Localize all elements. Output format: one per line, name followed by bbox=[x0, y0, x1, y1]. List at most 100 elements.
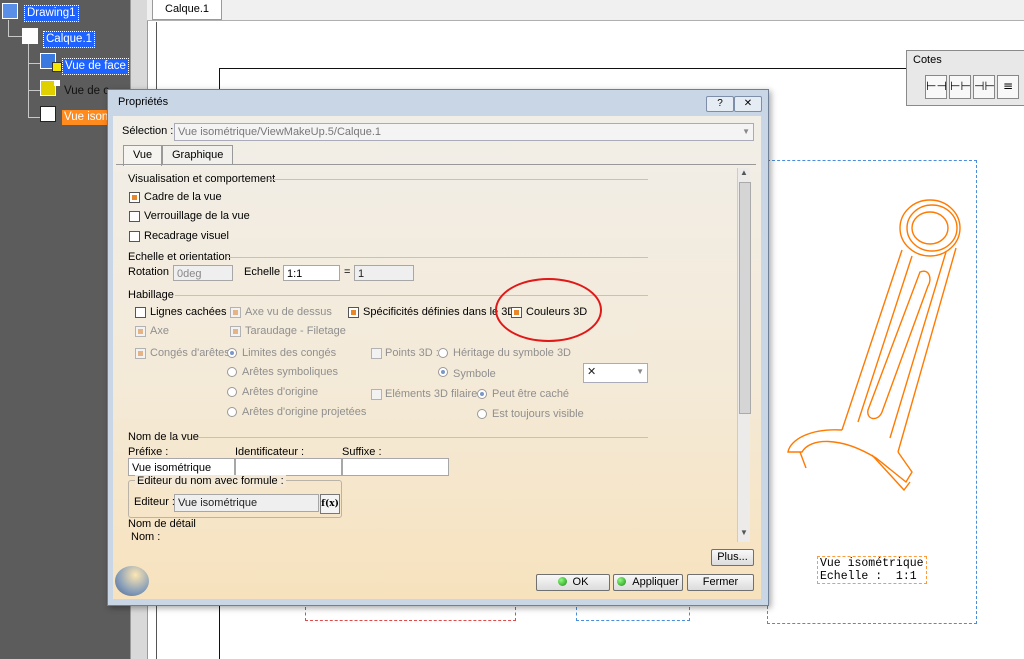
aretes-symboliques-label: Arêtes symboliques bbox=[242, 366, 338, 378]
isometric-view-icon[interactable] bbox=[40, 106, 56, 122]
sheet-frame-top bbox=[219, 68, 1024, 69]
panel-scrollbar[interactable]: ▲ ▼ bbox=[737, 168, 751, 542]
formula-icon[interactable]: f(x) bbox=[320, 494, 340, 514]
editeur-field[interactable]: Vue isométrique bbox=[174, 494, 319, 512]
group-divider bbox=[198, 437, 648, 438]
help-button[interactable]: ? bbox=[706, 96, 734, 112]
document-tab-strip bbox=[147, 0, 1024, 21]
verrouillage-checkbox[interactable] bbox=[129, 211, 140, 222]
close-button[interactable]: ✕ bbox=[734, 96, 762, 112]
tree-node-front-view[interactable]: Vue de face bbox=[62, 58, 129, 75]
symbole-radio[interactable] bbox=[438, 367, 448, 377]
suffixe-field[interactable] bbox=[342, 458, 449, 476]
globe-logo-icon bbox=[115, 566, 149, 596]
group-divider bbox=[228, 257, 648, 258]
scale-result-field: 1 bbox=[354, 265, 414, 281]
editeur-label: Editeur : bbox=[134, 496, 175, 508]
aretes-origine-label: Arêtes d'origine bbox=[242, 386, 319, 398]
tab-panel-border bbox=[116, 164, 756, 166]
scroll-down-icon[interactable]: ▼ bbox=[738, 528, 750, 540]
prefixe-label: Préfixe : bbox=[128, 446, 169, 458]
dimension-icon[interactable]: ⊢⊣ bbox=[925, 75, 947, 99]
caption-line-1: Vue isométrique bbox=[820, 557, 924, 570]
elements-filaires-checkbox[interactable] bbox=[371, 389, 382, 400]
echelle-label: Echelle : bbox=[244, 266, 287, 278]
dialog-body: Sélection : Vue isométrique/ViewMakeUp.5… bbox=[113, 116, 761, 599]
dialog-title: Propriétés bbox=[118, 96, 169, 108]
sheet-icon[interactable] bbox=[22, 28, 38, 44]
axe-label: Axe bbox=[150, 325, 169, 337]
tree-line bbox=[8, 20, 9, 36]
tree-line bbox=[28, 44, 29, 118]
tree-node-isometric-view[interactable]: Vue ison bbox=[62, 110, 111, 125]
axe-vu-dessus-checkbox[interactable] bbox=[230, 307, 241, 318]
points-3d-checkbox[interactable] bbox=[371, 348, 382, 359]
aretes-symboliques-radio[interactable] bbox=[227, 367, 237, 377]
lignes-cachees-checkbox[interactable] bbox=[135, 307, 146, 318]
identificateur-label: Identificateur : bbox=[235, 446, 305, 458]
nom-label: Nom : bbox=[131, 531, 161, 540]
selection-label: Sélection : bbox=[122, 125, 174, 137]
suffixe-label: Suffixe : bbox=[342, 446, 382, 458]
aretes-projetees-label: Arêtes d'origine projetées bbox=[242, 406, 367, 418]
tree-node-sheet[interactable]: Calque.1 bbox=[43, 31, 96, 48]
elements-filaires-label: Eléments 3D filaires bbox=[385, 388, 483, 400]
selection-combo[interactable]: Vue isométrique/ViewMakeUp.5/Calque.1 ▼ bbox=[174, 123, 754, 141]
scroll-thumb[interactable] bbox=[739, 182, 751, 414]
cumulated-dimension-icon[interactable]: ⊣⊢ bbox=[973, 75, 995, 99]
tab-graphique[interactable]: Graphique bbox=[162, 145, 234, 165]
identificateur-field[interactable] bbox=[235, 458, 342, 476]
rotation-field[interactable]: 0deg bbox=[173, 265, 233, 281]
scroll-up-icon[interactable]: ▲ bbox=[738, 168, 750, 180]
symbol-combo[interactable]: ✕ ▼ bbox=[583, 363, 648, 383]
view-marker-icon bbox=[54, 80, 60, 86]
specificites-label: Spécificités définies dans le 3D bbox=[363, 306, 516, 318]
axe-checkbox[interactable] bbox=[135, 326, 146, 337]
heritage-radio[interactable] bbox=[438, 348, 448, 358]
symbole-label: Symbole bbox=[453, 368, 496, 380]
ok-button[interactable]: OK bbox=[536, 574, 610, 591]
tab-vue[interactable]: Vue bbox=[123, 145, 163, 166]
fermer-button[interactable]: Fermer bbox=[687, 574, 754, 591]
peut-etre-cache-radio[interactable] bbox=[477, 389, 487, 399]
lignes-cachees-label: Lignes cachées bbox=[150, 306, 227, 318]
rotation-label: Rotation : bbox=[128, 266, 176, 278]
aretes-projetees-radio[interactable] bbox=[227, 407, 237, 417]
editor-group-label: Editeur du nom avec formule : bbox=[135, 475, 286, 487]
taraudage-checkbox[interactable] bbox=[230, 326, 241, 337]
stacked-dimension-icon[interactable]: ≡ bbox=[997, 75, 1019, 99]
ok-icon bbox=[557, 577, 567, 586]
appliquer-button[interactable]: Appliquer bbox=[613, 574, 683, 591]
tree-line bbox=[8, 36, 22, 37]
toujours-visible-radio[interactable] bbox=[477, 409, 487, 419]
prefixe-field[interactable]: Vue isométrique bbox=[128, 458, 235, 476]
cadre-checkbox[interactable] bbox=[129, 192, 140, 203]
tree-node-drawing[interactable]: Drawing1 bbox=[24, 5, 79, 22]
toujours-visible-label: Est toujours visible bbox=[492, 408, 584, 420]
scale-heading: Echelle et orientation bbox=[128, 251, 231, 263]
appliquer-label: Appliquer bbox=[632, 576, 679, 588]
connecting-rod-drawing bbox=[787, 199, 961, 492]
caption-line-2: Echelle : 1:1 bbox=[820, 570, 917, 583]
cadre-label: Cadre de la vue bbox=[144, 191, 222, 203]
chained-dimension-icon[interactable]: ⊢⊢ bbox=[949, 75, 971, 99]
chevron-down-icon: ▼ bbox=[742, 127, 750, 136]
plus-button[interactable]: Plus... bbox=[711, 549, 754, 566]
aretes-origine-radio[interactable] bbox=[227, 387, 237, 397]
echelle-field[interactable]: 1:1 bbox=[283, 265, 340, 281]
view-caption[interactable]: Vue isométrique Echelle : 1:1 bbox=[817, 556, 927, 584]
tree-node-side-view[interactable]: Vue de c bbox=[62, 84, 111, 99]
nom-heading: Nom de la vue bbox=[128, 431, 199, 443]
tree-line bbox=[28, 117, 40, 118]
specificites-checkbox[interactable] bbox=[348, 307, 359, 318]
recadrage-checkbox[interactable] bbox=[129, 231, 140, 242]
tree-line bbox=[28, 90, 40, 91]
conges-checkbox[interactable] bbox=[135, 348, 146, 359]
heritage-label: Héritage du symbole 3D bbox=[453, 347, 572, 359]
apply-icon bbox=[617, 577, 627, 586]
tree-line bbox=[28, 63, 40, 64]
selection-value: Vue isométrique/ViewMakeUp.5/Calque.1 bbox=[178, 126, 382, 138]
limites-conges-radio[interactable] bbox=[227, 348, 237, 358]
drawing-icon[interactable] bbox=[2, 3, 18, 19]
tab-calque[interactable]: Calque.1 bbox=[152, 0, 223, 20]
